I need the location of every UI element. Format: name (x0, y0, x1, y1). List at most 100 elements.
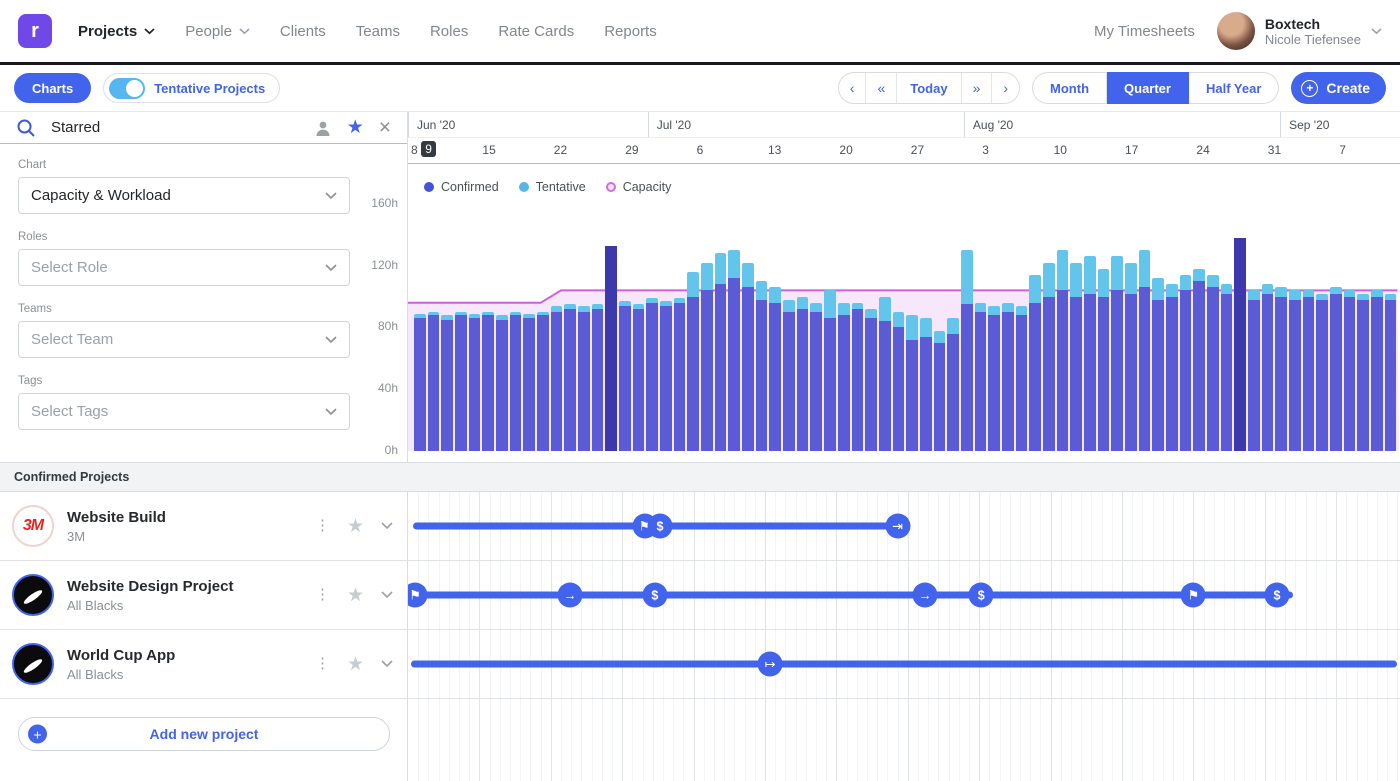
star-icon[interactable]: ★ (347, 584, 364, 607)
nav-people[interactable]: People (185, 23, 250, 40)
kebab-menu-icon[interactable]: ⋮ (315, 591, 330, 599)
kebab-menu-icon[interactable]: ⋮ (315, 660, 330, 668)
chart-bar[interactable] (510, 203, 522, 451)
app-logo[interactable]: r (18, 14, 52, 48)
legend-item[interactable]: Confirmed (424, 180, 499, 194)
add-new-project-button[interactable]: + Add new project (18, 717, 390, 751)
legend-item[interactable]: Capacity (606, 180, 672, 194)
chart-bar[interactable] (975, 203, 987, 451)
nav-rate-cards[interactable]: Rate Cards (498, 23, 574, 40)
chart-bar[interactable] (523, 203, 535, 451)
fast-next-button[interactable]: » (961, 73, 992, 103)
project-bar[interactable] (410, 592, 1293, 599)
today-button[interactable]: Today (896, 73, 960, 103)
chart-bar[interactable] (1166, 203, 1178, 451)
starred-filter-icon[interactable]: ★ (347, 116, 364, 139)
chart-bar[interactable] (455, 203, 467, 451)
chart-type-select[interactable]: Capacity & Workload (18, 177, 350, 214)
chart-bar[interactable] (482, 203, 494, 451)
chart-bar[interactable] (769, 203, 781, 451)
chart-bar[interactable] (1111, 203, 1123, 451)
chart-bar[interactable] (1357, 203, 1369, 451)
chart-bar[interactable] (879, 203, 891, 451)
chart-bar[interactable] (469, 203, 481, 451)
chart-bar[interactable] (783, 203, 795, 451)
team-select[interactable]: Select Team (18, 321, 350, 358)
chart-bar[interactable] (564, 203, 576, 451)
project-info[interactable]: Website Design Project All Blacks ⋮ ★ (0, 561, 408, 629)
search-input[interactable]: Starred (51, 119, 299, 136)
chart-bar[interactable] (810, 203, 822, 451)
nav-clients[interactable]: Clients (280, 23, 326, 40)
nav-teams[interactable]: Teams (356, 23, 400, 40)
chart-bar[interactable] (633, 203, 645, 451)
empty-timeline-lane[interactable] (408, 699, 1400, 781)
next-button[interactable]: › (991, 73, 1019, 103)
milestone-dollar-icon[interactable]: $ (642, 583, 667, 608)
chart-bar[interactable] (838, 203, 850, 451)
view-month-button[interactable]: Month (1032, 72, 1107, 104)
project-timeline-lane[interactable]: ⚑→$→$⚑$ (408, 561, 1400, 629)
charts-button[interactable]: Charts (14, 73, 91, 103)
chart-bar[interactable] (1385, 203, 1397, 451)
view-quarter-button[interactable]: Quarter (1107, 72, 1189, 104)
chart-bar[interactable] (1330, 203, 1342, 451)
chart-bar[interactable] (1043, 203, 1055, 451)
milestone-dollar-icon[interactable]: $ (647, 514, 672, 539)
chart-bar[interactable] (1152, 203, 1164, 451)
chart-bar[interactable] (1207, 203, 1219, 451)
chart-bar[interactable] (605, 203, 617, 451)
chart-bar[interactable] (687, 203, 699, 451)
chart-bar[interactable] (537, 203, 549, 451)
chevron-down-icon[interactable] (381, 660, 393, 668)
fast-prev-button[interactable]: « (865, 73, 896, 103)
milestone-arrow-icon[interactable]: → (558, 583, 583, 608)
nav-roles[interactable]: Roles (430, 23, 468, 40)
chart-bar[interactable] (865, 203, 877, 451)
chart-bar[interactable] (852, 203, 864, 451)
chart-bar[interactable] (934, 203, 946, 451)
account-menu[interactable]: Boxtech Nicole Tiefensee (1217, 12, 1382, 50)
nav-reports[interactable]: Reports (604, 23, 657, 40)
tentative-projects-toggle[interactable] (109, 78, 145, 99)
chart-bar[interactable] (1057, 203, 1069, 451)
chart-bar[interactable] (441, 203, 453, 451)
chart-bar[interactable] (578, 203, 590, 451)
chart-bar[interactable] (414, 203, 426, 451)
chart-bar[interactable] (728, 203, 740, 451)
chart-bar[interactable] (1303, 203, 1315, 451)
milestone-arrow-icon[interactable]: → (913, 583, 938, 608)
chart-bar[interactable] (1234, 203, 1246, 451)
chart-bar[interactable] (496, 203, 508, 451)
project-bar[interactable] (411, 661, 1397, 668)
view-half-year-button[interactable]: Half Year (1189, 72, 1279, 104)
chart-bar[interactable] (1098, 203, 1110, 451)
chart-bar[interactable] (1016, 203, 1028, 451)
clear-search-icon[interactable]: × (379, 117, 391, 138)
chart-bar[interactable] (1248, 203, 1260, 451)
kebab-menu-icon[interactable]: ⋮ (315, 522, 330, 530)
star-icon[interactable]: ★ (347, 653, 364, 676)
chevron-down-icon[interactable] (381, 522, 393, 530)
my-timesheets-link[interactable]: My Timesheets (1094, 23, 1195, 40)
project-info[interactable]: 3M Website Build 3M ⋮ ★ (0, 492, 408, 560)
chart-bar[interactable] (893, 203, 905, 451)
chart-bar[interactable] (1275, 203, 1287, 451)
chart-bar[interactable] (1002, 203, 1014, 451)
chart-bar[interactable] (1125, 203, 1137, 451)
chart-bar[interactable] (1070, 203, 1082, 451)
milestone-flag-icon[interactable]: ⚑ (408, 583, 428, 608)
milestone-dollar-icon[interactable]: $ (1265, 583, 1290, 608)
chart-bar[interactable] (742, 203, 754, 451)
search-bar[interactable]: Starred ★ × (0, 112, 407, 144)
chart-bar[interactable] (660, 203, 672, 451)
milestone-end-arrow-icon[interactable]: ⇥ (885, 514, 910, 539)
chart-bar[interactable] (906, 203, 918, 451)
create-button[interactable]: + Create (1291, 72, 1386, 104)
chart-bar[interactable] (1344, 203, 1356, 451)
chart-bar[interactable] (947, 203, 959, 451)
chart-bar[interactable] (1180, 203, 1192, 451)
timeline-header[interactable]: Jun '20Jul '20Aug '20Sep '20 89152229613… (408, 112, 1400, 164)
tags-select[interactable]: Select Tags (18, 393, 350, 430)
chart-bar[interactable] (1139, 203, 1151, 451)
